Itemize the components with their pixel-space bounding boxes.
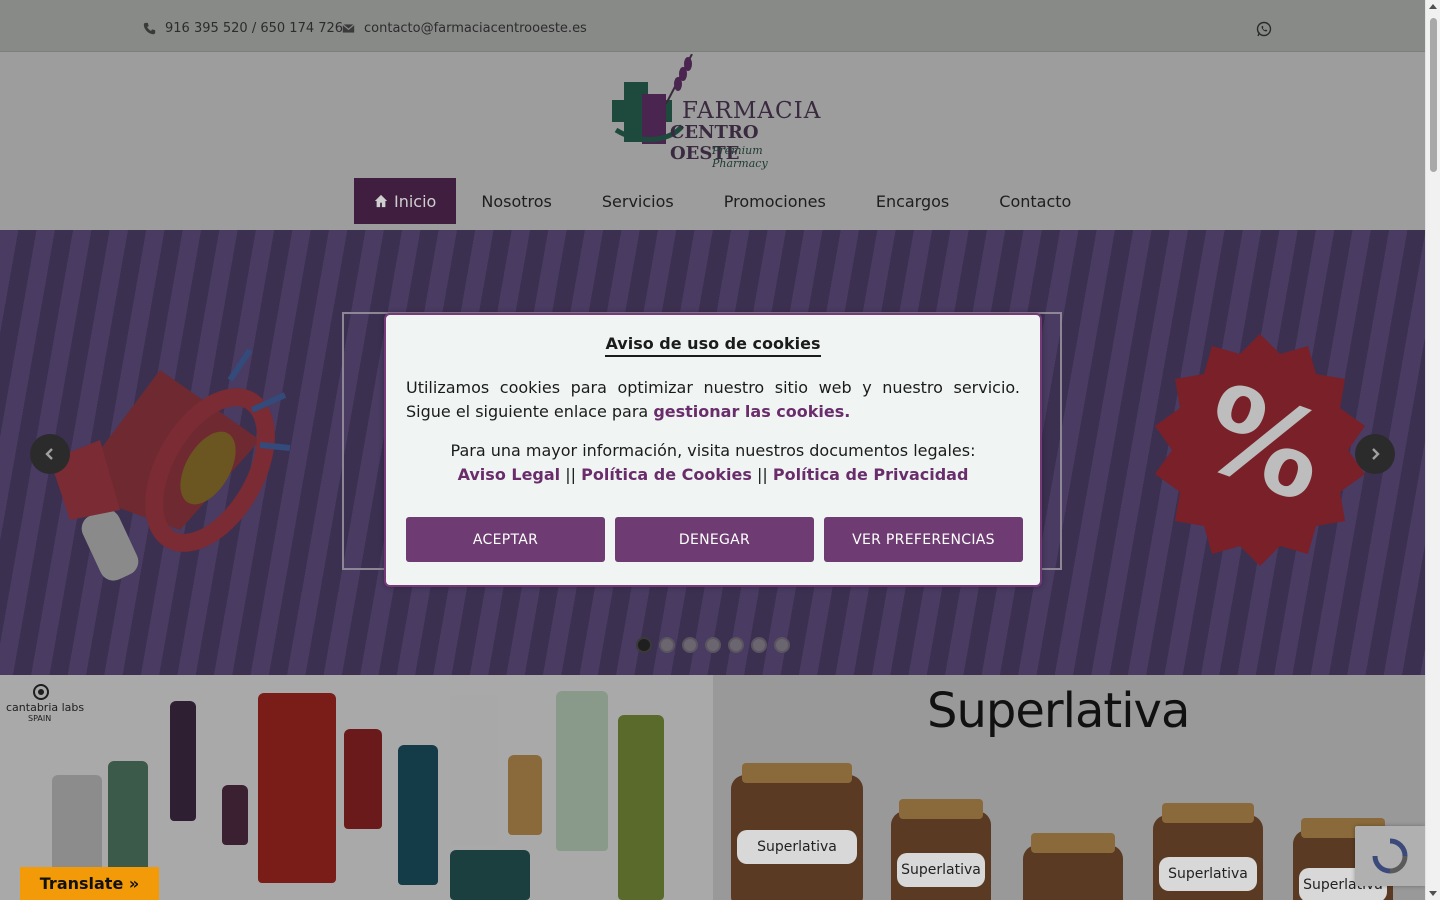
chevron-right-icon <box>1372 448 1380 460</box>
product-jar: Superlativa <box>891 799 991 900</box>
cookie-buttons: ACEPTAR DENEGAR VER PREFERENCIAS <box>406 517 1023 562</box>
product-jar <box>1023 833 1123 900</box>
legal-intro: Para una mayor información, visita nuest… <box>450 441 976 460</box>
cantabria-logo-icon <box>33 684 49 700</box>
slider-prev-button[interactable] <box>30 434 70 474</box>
cookie-dialog-title: Aviso de uso de cookies <box>605 334 821 357</box>
recaptcha-icon <box>1372 838 1408 874</box>
slider-next-button[interactable] <box>1355 434 1395 474</box>
nav-item-inicio[interactable]: Inicio <box>354 178 457 224</box>
home-icon <box>374 194 388 208</box>
phone-contact[interactable]: 916 395 520 / 650 174 726 <box>143 21 343 36</box>
slider-dots <box>636 637 790 653</box>
cookie-consent-dialog: Aviso de uso de cookies Utilizamos cooki… <box>384 313 1042 587</box>
manage-cookies-link[interactable]: gestionar las cookies. <box>653 402 850 421</box>
logo-line-1: FARMACIA <box>682 98 822 124</box>
slider-dot[interactable] <box>774 637 790 653</box>
nav-label: Inicio <box>394 191 437 211</box>
nav-label: Promociones <box>723 191 826 211</box>
logo-line-3: Premium Pharmacy <box>712 144 768 170</box>
aviso-legal-link[interactable]: Aviso Legal <box>458 465 561 484</box>
nav-label: Servicios <box>601 191 674 211</box>
privacy-policy-link[interactable]: Política de Privacidad <box>773 465 969 484</box>
product-bottle <box>222 785 248 845</box>
cookie-dialog-text: Utilizamos cookies para optimizar nuestr… <box>406 376 1020 424</box>
nav-label: Contacto <box>999 191 1072 211</box>
megaphone-illustration <box>50 348 291 581</box>
product-jar: Superlativa <box>731 763 863 900</box>
nav-item-encargos[interactable]: Encargos <box>851 178 974 224</box>
main-nav: Inicio Nosotros Servicios Promociones En… <box>354 178 1096 224</box>
product-bottle <box>398 745 438 885</box>
chevron-left-icon <box>45 448 53 460</box>
legal-separator: || <box>565 465 577 484</box>
nav-label: Encargos <box>875 191 950 211</box>
product-jar: Superlativa <box>1153 803 1263 900</box>
whatsapp-icon[interactable] <box>1256 21 1272 37</box>
product-bottle <box>508 755 542 835</box>
site-header: FARMACIA CENTRO OESTE Premium Pharmacy I… <box>0 52 1425 230</box>
jar-label: Superlativa <box>1159 857 1257 891</box>
envelope-icon <box>342 23 355 33</box>
product-jar <box>450 850 530 900</box>
legal-info: Para una mayor información, visita nuest… <box>406 439 1020 487</box>
promo-brand-title: Superlativa <box>927 683 1190 739</box>
contact-bar: 916 395 520 / 650 174 726 contacto@farma… <box>0 0 1425 52</box>
product-bottle <box>450 695 498 845</box>
product-bottle <box>556 691 608 851</box>
email-contact[interactable]: contacto@farmaciacentrooeste.es <box>342 21 587 36</box>
deny-cookies-button[interactable]: DENEGAR <box>615 517 814 562</box>
jar-label: Superlativa <box>897 853 985 887</box>
slider-dot[interactable] <box>636 637 652 653</box>
scroll-up-arrow[interactable] <box>1429 4 1437 9</box>
accept-cookies-button[interactable]: ACEPTAR <box>406 517 605 562</box>
phone-icon <box>143 22 156 35</box>
product-bottle <box>618 715 664 900</box>
promo-brand-sub: SPAIN <box>28 714 52 723</box>
recaptcha-badge[interactable] <box>1355 826 1425 886</box>
legal-separator: || <box>757 465 768 484</box>
slider-dot[interactable] <box>682 637 698 653</box>
jar-label: Superlativa <box>737 829 857 864</box>
phone-number[interactable]: 916 395 520 / 650 174 726 <box>165 21 343 36</box>
nav-item-nosotros[interactable]: Nosotros <box>456 178 577 224</box>
slider-dot[interactable] <box>728 637 744 653</box>
product-bottle <box>258 693 336 883</box>
legal-links: Aviso Legal || Política de Cookies || Po… <box>406 463 1020 487</box>
nav-item-contacto[interactable]: Contacto <box>974 178 1096 224</box>
slider-dot[interactable] <box>659 637 675 653</box>
translate-button[interactable]: Translate » <box>20 867 159 900</box>
nav-label: Nosotros <box>481 191 552 211</box>
site-logo[interactable]: FARMACIA CENTRO OESTE Premium Pharmacy <box>612 53 820 170</box>
email-address[interactable]: contacto@farmaciacentrooeste.es <box>364 21 587 36</box>
percent-badge-illustration: % <box>1155 334 1365 566</box>
scroll-thumb[interactable] <box>1430 18 1437 172</box>
cookie-policy-link[interactable]: Política de Cookies <box>581 465 752 484</box>
cookie-preferences-button[interactable]: VER PREFERENCIAS <box>824 517 1023 562</box>
product-bottle <box>344 729 382 829</box>
product-bottle <box>170 701 196 821</box>
scroll-down-arrow[interactable] <box>1429 891 1437 896</box>
promo-brand: cantabria labs <box>6 701 85 714</box>
nav-item-promociones[interactable]: Promociones <box>699 178 851 224</box>
cookie-dialog-title-wrap: Aviso de uso de cookies <box>386 334 1040 357</box>
promo-banner-superlativa[interactable]: Superlativa Superlativa Superlativa Supe… <box>713 675 1425 900</box>
page-scrollbar[interactable] <box>1425 0 1440 900</box>
nav-item-servicios[interactable]: Servicios <box>577 178 699 224</box>
slider-dot[interactable] <box>705 637 721 653</box>
slider-dot[interactable] <box>751 637 767 653</box>
